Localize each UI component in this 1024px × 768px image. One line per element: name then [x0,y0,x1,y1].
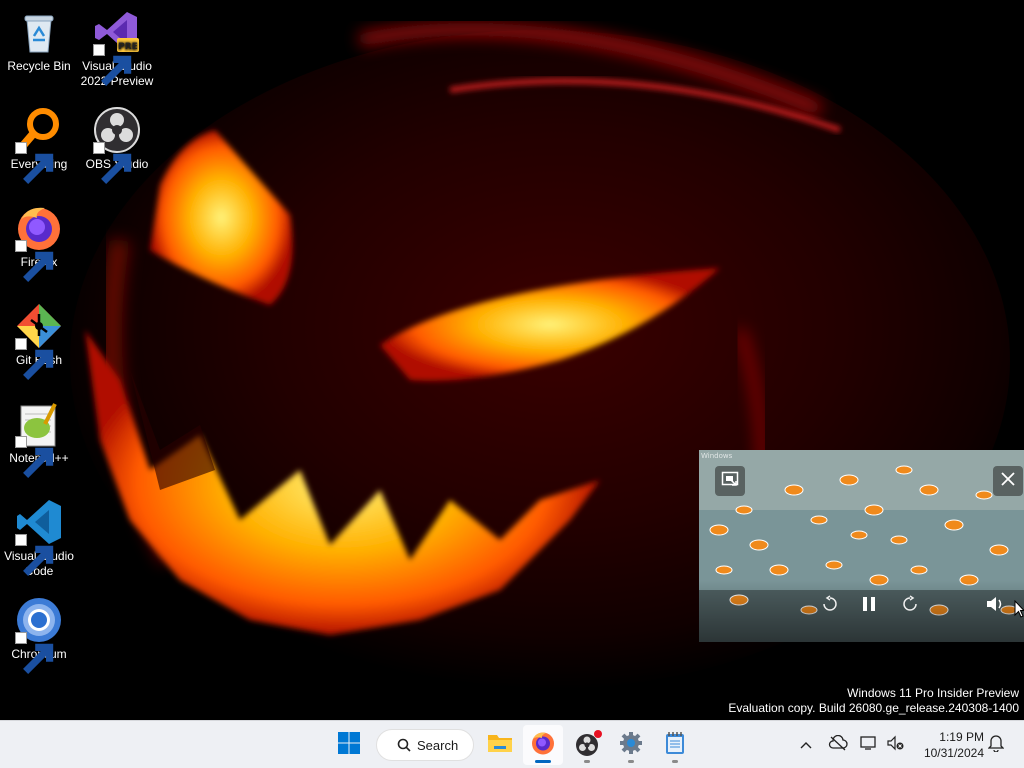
volume-icon [985,595,1005,618]
cloud-offline-icon [828,734,848,756]
running-app-indicator [628,760,634,763]
watermark-build: Evaluation copy. Build 26080.ge_release.… [728,701,1019,715]
pause-icon [861,595,877,618]
desktop-icon-obs-studio[interactable]: OBS Studio [78,106,156,184]
desktop-icon-everything[interactable]: Everything [0,106,78,184]
volume-button[interactable] [983,594,1007,618]
recording-indicator-badge [594,730,602,738]
folder-icon [487,731,513,760]
desktop-icon-git-bash[interactable]: Git Bash [0,302,78,380]
notepad-icon [664,731,686,760]
shortcut-arrow-icon [15,534,54,576]
clock-time: 1:19 PM [939,730,984,744]
desktop-icon-recycle-bin[interactable]: Recycle Bin [0,8,78,74]
mouse-cursor-icon [1014,600,1024,618]
firefox-icon [531,731,555,760]
rewind-10-icon [821,594,839,618]
search-icon [397,738,411,752]
running-app-indicator [584,760,590,763]
close-icon [1000,471,1016,492]
network-button[interactable] [858,733,882,757]
shortcut-arrow-icon [15,338,54,380]
notifications-button[interactable] [984,733,1008,757]
desktop-icon-notepad-plus-plus[interactable]: Notepad++ [0,400,78,478]
visual-studio-preview-icon: PRE [93,8,141,86]
show-hidden-icons-button[interactable] [794,733,818,757]
clock-date: 10/31/2024 [923,746,984,760]
back-to-tab-icon [721,470,739,493]
search-label: Search [417,737,459,753]
shortcut-arrow-icon [15,142,54,184]
taskbar-notepad[interactable] [655,725,695,765]
back-to-tab-button[interactable] [715,466,745,496]
shortcut-arrow-icon [93,44,132,86]
taskbar-obs-studio[interactable] [567,725,607,765]
notepad-plus-plus-icon [15,400,63,478]
taskbar-clock[interactable]: 1:19 PM 10/31/2024 [914,729,984,761]
firefox-icon [15,204,63,282]
taskbar-file-explorer[interactable] [480,725,520,765]
start-button[interactable] [329,725,369,765]
onedrive-status-button[interactable] [826,733,850,757]
pause-button[interactable] [857,594,881,618]
desktop-icon-label: Recycle Bin [7,59,71,73]
desktop-icon-visual-studio-2022-preview[interactable]: PRE Visual Studio 2022 Preview [78,8,156,89]
network-icon [860,735,880,756]
volume-button[interactable] [884,733,908,757]
windows-evaluation-watermark: Windows 11 Pro Insider Preview Evaluatio… [728,686,1019,716]
pip-close-button[interactable] [993,466,1023,496]
git-bash-icon [15,302,63,380]
shortcut-arrow-icon [15,240,54,282]
desktop-icon-firefox[interactable]: Firefox [0,204,78,282]
picture-in-picture-player[interactable]: Windows [699,450,1024,642]
gear-icon [619,731,643,760]
volume-muted-icon [887,735,905,756]
desktop-icon-chromium[interactable]: Chromium [0,596,78,674]
taskbar-search-box[interactable]: Search [376,729,474,761]
obs-studio-icon [575,730,602,757]
shortcut-arrow-icon [15,436,54,478]
windows-start-icon [337,731,361,760]
desktop-icon-visual-studio-code[interactable]: Visual Studio Code [0,498,78,579]
shortcut-arrow-icon [93,142,132,184]
pip-source-tag: Windows [701,452,733,460]
bell-icon [987,734,1005,757]
watermark-edition: Windows 11 Pro Insider Preview [847,686,1019,700]
everything-search-icon [15,106,63,184]
rewind-10-button[interactable] [818,594,842,618]
taskbar-settings[interactable] [611,725,651,765]
shortcut-arrow-icon [15,632,54,674]
chevron-up-icon [800,736,812,754]
forward-10-icon [901,594,919,618]
taskbar: Search 1:19 PM 10/31/2024 [0,720,1024,768]
forward-10-button[interactable] [898,594,922,618]
active-app-indicator [535,760,551,763]
vscode-icon [15,498,63,576]
obs-studio-icon [93,106,141,184]
running-app-indicator [672,760,678,763]
recycle-bin-icon [15,8,63,56]
taskbar-firefox[interactable] [523,725,563,765]
chromium-icon [15,596,63,674]
